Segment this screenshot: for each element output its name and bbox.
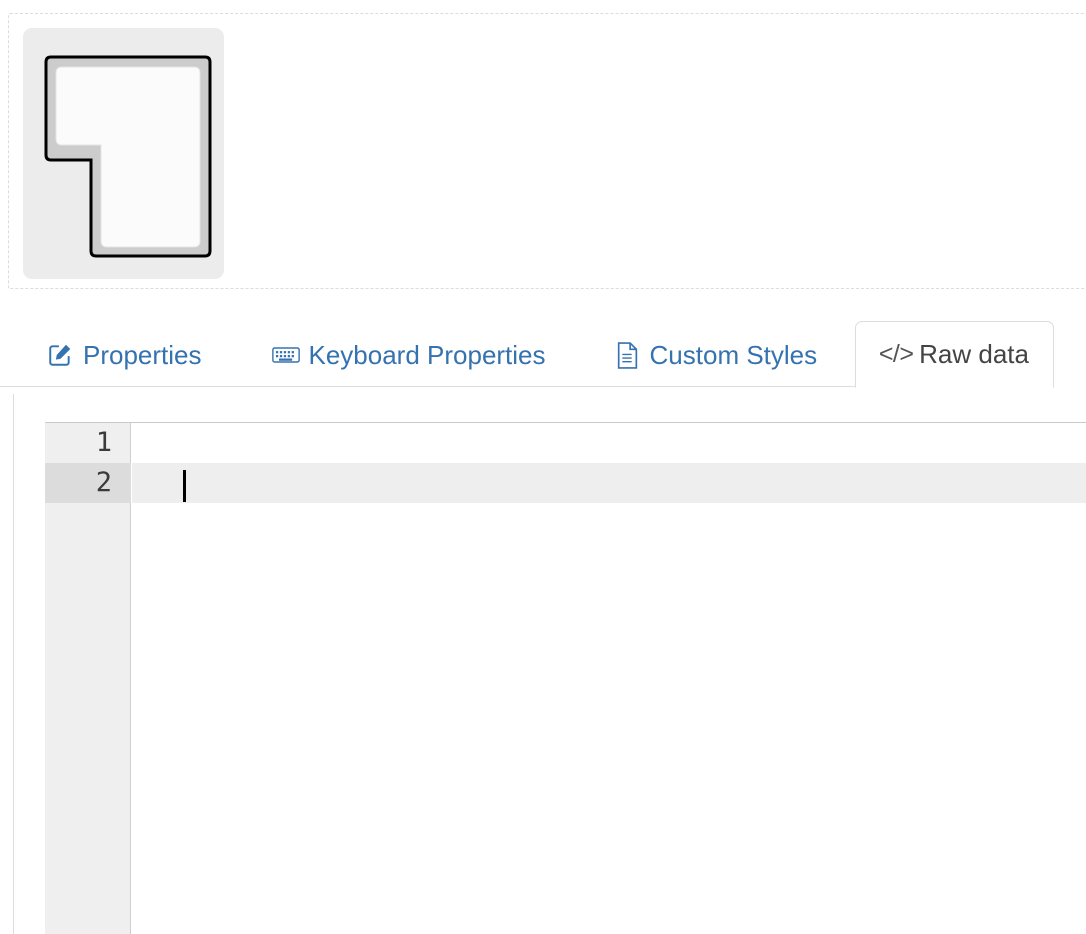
code-editor[interactable]: 1 [{x:0.25,w:1.25,h:2,w2:1.5,h2:1,x2:-0.… [45,422,1086,934]
raw-data-panel: 1 [{x:0.25,w:1.25,h:2,w2:1.5,h2:1,x2:-0.… [13,394,1086,934]
line-content: [{x:0.25,w:1.25,h:2,w2:1.5,h2:1,x2:-0.25… [183,423,1077,499]
code-icon: </> [878,340,914,368]
edit-square-icon [46,341,74,369]
tab-raw-data[interactable]: </> Raw data [855,321,1054,388]
document-icon [613,341,641,369]
tab-keyboard-properties[interactable]: Keyboard Properties [271,322,546,388]
line-number: 1 [95,427,112,458]
keyboard-icon [271,341,300,369]
tab-keyboard-properties-label: Keyboard Properties [308,339,546,370]
editor-line-active[interactable]: 2 [45,463,1086,503]
key-preview-zone [8,13,1086,289]
tab-properties[interactable]: Properties [46,322,202,388]
line-number-active: 2 [45,463,131,503]
key-shape-svg[interactable] [43,49,213,264]
editor-line[interactable]: 1 [{x:0.25,w:1.25,h:2,w2:1.5,h2:1,x2:-0.… [45,423,1086,499]
tab-custom-styles[interactable]: Custom Styles [613,322,818,388]
tab-custom-styles-label: Custom Styles [649,339,818,370]
tabbar: Properties Keyboard Properties Custom St… [0,321,1086,388]
line-background-active [132,463,1086,503]
key-preview-container[interactable] [23,28,224,279]
tab-properties-label: Properties [83,339,202,370]
tab-raw-data-label: Raw data [919,339,1029,369]
text-caret [183,470,186,502]
